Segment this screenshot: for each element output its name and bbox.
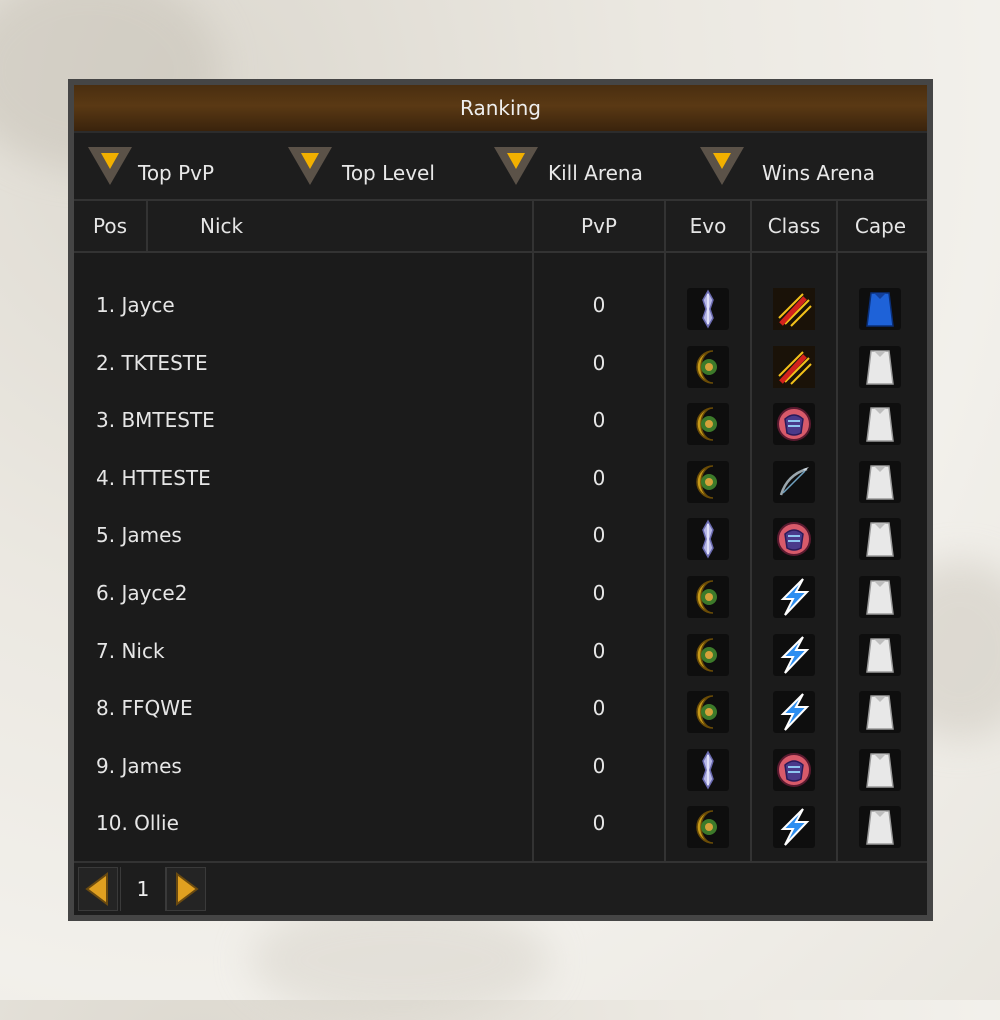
ranking-row[interactable]: 8. FFQWE 0 (74, 680, 927, 737)
column-class: Class (752, 201, 838, 251)
fist-icon (773, 748, 815, 791)
dropdown-arrow-icon (700, 147, 744, 185)
player-nick: 4. HTTESTE (96, 465, 211, 490)
column-evo: Evo (666, 201, 752, 251)
pvp-value: 0 (592, 753, 606, 778)
ranking-window: Ranking Top PvP Top Level Kill Arena Win… (68, 79, 933, 921)
column-pvp: PvP (534, 201, 666, 251)
crystal-icon (687, 288, 729, 330)
pvp-value: 0 (592, 811, 606, 836)
column-nick: Nick (148, 201, 534, 251)
player-nick: 2. TKTESTE (96, 350, 208, 375)
player-nick: 1. Jayce (96, 293, 175, 317)
ranking-row[interactable]: 7. Nick 0 (74, 623, 927, 680)
player-nick: 7. Nick (96, 638, 165, 663)
bow-icon (773, 460, 815, 503)
shield-icon (687, 576, 729, 618)
white-cape-icon (859, 403, 901, 446)
fist-icon (773, 403, 815, 446)
white-cape-icon (859, 806, 901, 849)
ranking-panel: Ranking Top PvP Top Level Kill Arena Win… (74, 85, 927, 915)
shield-icon (687, 806, 729, 849)
ranking-row[interactable]: 10. Ollie 0 (74, 795, 927, 852)
shield-icon (687, 403, 729, 446)
blade-icon (773, 288, 815, 330)
page-number: 1 (120, 867, 166, 911)
lightning-icon (773, 576, 815, 618)
window-title: Ranking (74, 85, 927, 133)
pvp-value: 0 (592, 638, 606, 663)
ranking-row[interactable]: 9. James 0 (74, 738, 927, 795)
pvp-value: 0 (592, 293, 606, 317)
ranking-row[interactable]: 5. James 0 (74, 507, 927, 564)
arrow-left-icon (85, 872, 108, 906)
shield-icon (687, 633, 729, 676)
crystal-icon (687, 518, 729, 561)
white-cape-icon (859, 633, 901, 676)
blue-cape-icon (859, 288, 901, 330)
pagination-bar: 1 (74, 861, 927, 915)
white-cape-icon (859, 748, 901, 791)
ranking-row[interactable]: 6. Jayce2 0 (74, 565, 927, 622)
lightning-icon (773, 691, 815, 734)
dropdown-arrow-icon (88, 147, 132, 185)
crystal-icon (687, 748, 729, 791)
prev-page-button[interactable] (78, 867, 118, 911)
ranking-row[interactable]: 2. TKTESTE 0 (74, 335, 927, 392)
tab-wins-arena[interactable]: Wins Arena (700, 133, 920, 199)
white-cape-icon (859, 691, 901, 734)
tab-label: Kill Arena (548, 161, 643, 185)
lightning-icon (773, 806, 815, 849)
white-cape-icon (859, 345, 901, 388)
arrow-right-icon (176, 872, 199, 906)
pvp-value: 0 (592, 696, 606, 721)
ranking-row[interactable]: 4. HTTESTE 0 (74, 450, 927, 507)
lightning-icon (773, 633, 815, 676)
player-nick: 3. BMTESTE (96, 408, 215, 433)
white-cape-icon (859, 576, 901, 618)
tab-label: Top PvP (138, 161, 215, 185)
shield-icon (687, 691, 729, 734)
player-nick: 9. James (96, 753, 182, 778)
white-cape-icon (859, 518, 901, 561)
shield-icon (687, 345, 729, 388)
pvp-value: 0 (592, 350, 606, 375)
column-cape: Cape (854, 214, 907, 238)
player-nick: 8. FFQWE (96, 696, 193, 721)
white-cape-icon (859, 460, 901, 503)
column-pos: Pos (74, 201, 148, 251)
tab-label: Top Level (342, 161, 435, 185)
player-nick: 6. Jayce2 (96, 581, 188, 605)
player-nick: 10. Ollie (96, 811, 179, 836)
fist-icon (773, 518, 815, 561)
blade-icon (773, 345, 815, 388)
ranking-tabs: Top PvP Top Level Kill Arena Wins Arena (74, 133, 927, 201)
pvp-value: 0 (592, 581, 606, 605)
tab-label: Wins Arena (762, 161, 876, 185)
next-page-button[interactable] (166, 867, 206, 911)
column-header-row: Pos Nick PvP Evo Class Cape (74, 201, 927, 253)
tab-kill-arena[interactable]: Kill Arena (494, 133, 694, 199)
ranking-row[interactable]: 1. Jayce 0 (74, 277, 927, 334)
pvp-value: 0 (592, 465, 606, 490)
ranking-list: 1. Jayce 0 2. TKTESTE 0 3. BMTESTE 0 4. HTTEST… (74, 253, 927, 863)
tab-top-pvp[interactable]: Top PvP (88, 133, 278, 199)
dropdown-arrow-icon (288, 147, 332, 185)
shield-icon (687, 460, 729, 503)
pvp-value: 0 (592, 408, 606, 433)
tab-top-level[interactable]: Top Level (288, 133, 488, 199)
pvp-value: 0 (592, 523, 606, 548)
player-nick: 5. James (96, 523, 182, 548)
dropdown-arrow-icon (494, 147, 538, 185)
ranking-row[interactable]: 3. BMTESTE 0 (74, 392, 927, 449)
